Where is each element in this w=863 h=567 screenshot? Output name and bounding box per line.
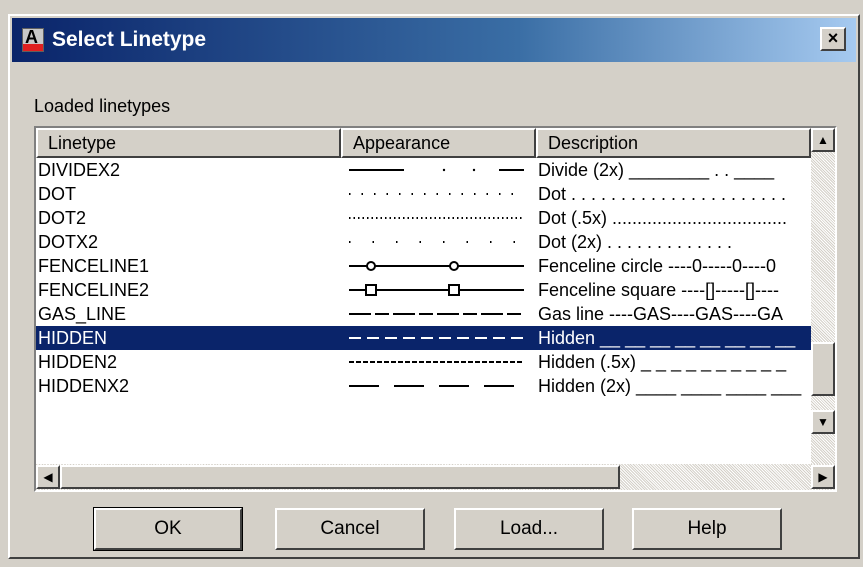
linetype-name: DOT	[38, 183, 76, 204]
vertical-scrollbar[interactable]: ▲ ▼	[811, 128, 835, 464]
scroll-down-button[interactable]: ▼	[811, 410, 835, 434]
linetype-description: Hidden (2x) ____ ____ ____ ___	[538, 375, 802, 396]
scroll-up-button[interactable]: ▲	[811, 128, 835, 152]
linetype-description: Hidden (.5x) _ _ _ _ _ _ _ _ _ _	[538, 351, 787, 372]
scroll-left-button[interactable]: ◀	[36, 465, 60, 489]
linetype-name: DIVIDEX2	[38, 159, 121, 180]
linetype-appearance	[341, 182, 536, 206]
linetype-name: DOT2	[38, 207, 87, 228]
linetype-row[interactable]: HIDDENX2 Hidden (2x) ____ ____ ____ ___	[36, 374, 811, 398]
scroll-right-button[interactable]: ▶	[811, 465, 835, 489]
linetype-description: Dot (.5x) ..............................…	[538, 207, 788, 228]
linetype-appearance	[341, 206, 536, 230]
linetype-row[interactable]: HIDDEN2 Hidden (.5x) _ _ _ _ _ _ _ _ _ _	[36, 350, 811, 374]
linetype-appearance	[341, 374, 536, 398]
linetype-description: Gas line ----GAS----GAS----GA	[538, 303, 783, 324]
title-bar[interactable]: A Select Linetype ×	[12, 18, 856, 62]
cancel-button[interactable]: Cancel	[275, 508, 425, 550]
window-title: Select Linetype	[52, 28, 207, 51]
linetype-name: HIDDEN2	[38, 351, 118, 372]
close-button[interactable]: ×	[820, 27, 846, 51]
linetype-description: Fenceline square ----[]-----[]----	[538, 279, 780, 300]
column-header-description[interactable]: Description	[536, 128, 811, 158]
linetype-row[interactable]: FENCELINE2 Fenceline square ----[]-----[]…	[36, 278, 811, 302]
select-linetype-dialog: A Select Linetype × Loaded linetypes Lin…	[8, 14, 860, 559]
horizontal-scrollbar[interactable]: ◀ ▶	[36, 464, 835, 490]
column-header-linetype[interactable]: Linetype	[36, 128, 341, 158]
horizontal-scroll-thumb[interactable]	[60, 465, 620, 489]
linetype-appearance	[341, 302, 536, 326]
linetype-row[interactable]: DIVIDEX2 Divide (2x) ________ . . ____	[36, 158, 811, 182]
help-button[interactable]: Help	[632, 508, 782, 550]
linetype-name: HIDDENX2	[38, 375, 130, 396]
linetype-name: FENCELINE2	[38, 279, 150, 300]
linetype-appearance	[341, 230, 536, 254]
linetype-name: GAS_LINE	[38, 303, 127, 324]
vertical-scroll-thumb[interactable]	[811, 342, 835, 396]
ok-button[interactable]: OK	[93, 507, 243, 551]
linetype-row[interactable]: HIDDEN Hidden __ __ __ __ __ __ __ __	[36, 326, 811, 350]
linetype-name: HIDDEN	[38, 327, 108, 348]
linetype-description: Divide (2x) ________ . . ____	[538, 159, 775, 180]
linetype-description: Dot . . . . . . . . . . . . . . . . . . …	[538, 183, 787, 204]
linetype-name: FENCELINE1	[38, 255, 150, 276]
linetype-appearance	[341, 350, 536, 374]
list-header: Linetype Appearance Description	[36, 128, 811, 158]
linetype-row[interactable]: DOTX2 Dot (2x) . . . . . . . . . . . . .	[36, 230, 811, 254]
linetype-row[interactable]: GAS_LINE Gas line ----GAS----GAS----GA	[36, 302, 811, 326]
linetype-appearance	[341, 278, 536, 302]
linetype-list[interactable]: Linetype Appearance Description DIVIDEX2…	[34, 126, 837, 492]
loaded-linetypes-label: Loaded linetypes	[34, 96, 171, 116]
linetype-description: Fenceline circle ----0-----0----0	[538, 255, 777, 276]
linetype-row[interactable]: DOT2 Dot (.5x) ..........................…	[36, 206, 811, 230]
autocad-app-icon: A	[22, 28, 44, 52]
linetype-description: Hidden __ __ __ __ __ __ __ __	[538, 327, 796, 348]
linetype-row[interactable]: FENCELINE1 Fenceline circle ----0-----0--…	[36, 254, 811, 278]
linetype-description: Dot (2x) . . . . . . . . . . . . .	[538, 231, 733, 252]
list-rows: DIVIDEX2 Divide (2x) ________ . . ____ DOT…	[36, 158, 811, 398]
linetype-appearance	[341, 326, 536, 350]
linetype-name: DOTX2	[38, 231, 99, 252]
load-button[interactable]: Load...	[454, 508, 604, 550]
column-header-appearance[interactable]: Appearance	[341, 128, 536, 158]
linetype-row[interactable]: DOT Dot . . . . . . . . . . . . . . . . .…	[36, 182, 811, 206]
linetype-appearance	[341, 158, 536, 182]
linetype-appearance	[341, 254, 536, 278]
